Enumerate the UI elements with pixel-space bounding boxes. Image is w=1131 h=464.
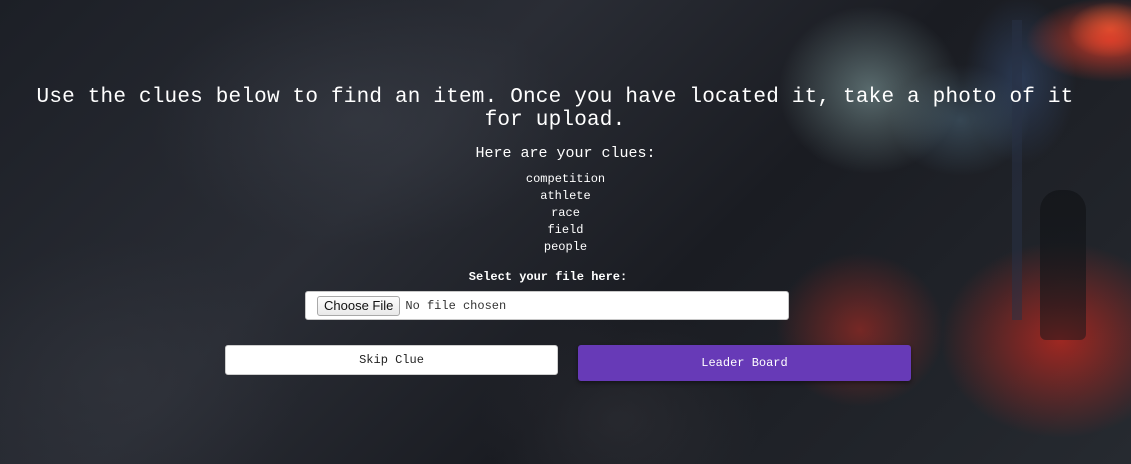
clue-list: competition athlete race field people [465,171,666,256]
skip-clue-button[interactable]: Skip Clue [225,345,558,375]
clue-item: race [551,206,580,220]
instructions-text: Use the clues below to find an item. Onc… [36,86,1074,132]
leader-board-button[interactable]: Leader Board [578,345,911,381]
clue-item: people [543,240,588,254]
file-label: Select your file here: [468,270,628,284]
clues-heading: Here are your clues: [475,145,656,162]
clue-item: athlete [540,189,591,203]
clue-item: field [547,223,584,237]
file-input[interactable]: Choose File No file chosen [305,291,789,320]
choose-file-button[interactable]: Choose File [317,295,401,316]
clue-page: Use the clues below to find an item. Onc… [0,0,1131,464]
clue-item: competition [525,172,606,186]
file-status-text: No file chosen [405,298,507,313]
